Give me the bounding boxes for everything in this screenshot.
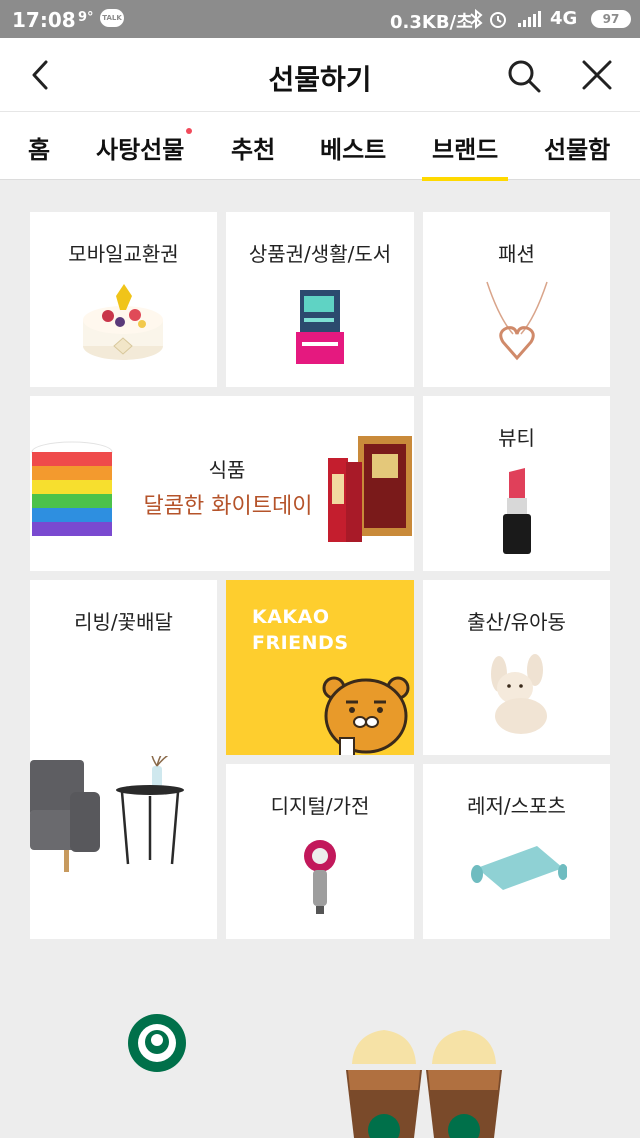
hair-dryer-image <box>304 840 336 914</box>
kakao-friends-logo-text: KAKAO FRIENDS <box>252 606 349 654</box>
category-label: 출산/유아동 <box>467 610 566 634</box>
category-label: 모바일교환권 <box>68 242 179 266</box>
tab-home[interactable]: 홈 <box>28 130 50 165</box>
new-badge-dot <box>186 128 193 134</box>
book-image <box>296 290 344 364</box>
search-icon[interactable] <box>506 58 542 94</box>
category-label: 리빙/꽃배달 <box>74 610 173 634</box>
category-label: 패션 <box>498 242 535 266</box>
category-label: 식품 <box>208 458 246 482</box>
bunny-plush-image <box>491 654 547 734</box>
red-ginseng-box-image <box>328 436 412 542</box>
page-title: 선물하기 <box>268 63 372 96</box>
tab-recommend[interactable]: 추천 <box>231 130 275 165</box>
alarm-icon <box>490 12 506 28</box>
rainbow-cake-image <box>31 441 113 536</box>
yoga-mat-image <box>471 846 567 890</box>
tab-candy-gift[interactable]: 사탕선물 <box>96 128 193 165</box>
close-icon[interactable] <box>580 58 614 92</box>
tab-brand[interactable]: 브랜드 <box>421 130 509 181</box>
kakaotalk-notification-icon: TALK <box>100 9 124 27</box>
status-network-speed: 0.3KB/초 <box>390 12 473 33</box>
promo-banner[interactable] <box>0 960 640 1138</box>
lipstick-image <box>503 468 531 554</box>
category-fashion[interactable]: 패션 <box>423 212 610 387</box>
category-label: 뷰티 <box>498 426 535 450</box>
app-header: 선물하기 <box>0 38 640 112</box>
bluetooth-icon <box>470 8 483 30</box>
starbucks-banner-image <box>128 1014 502 1138</box>
category-living-flowers[interactable]: 리빙/꽃배달 <box>30 580 217 939</box>
status-icons <box>470 8 541 30</box>
tab-best[interactable]: 베스트 <box>320 130 386 165</box>
cake-image <box>83 284 163 360</box>
status-bar: 17:08 9° TALK 0.3KB/초 4G 97 <box>0 0 640 38</box>
necklace-image <box>486 281 548 361</box>
status-time: 17:08 <box>12 8 76 32</box>
signal-icon <box>518 11 541 27</box>
food-promo-text: 달콤한 화이트데이 <box>143 494 313 519</box>
brand-kakao-friends[interactable]: KAKAO FRIENDS <box>226 580 414 755</box>
status-temperature: 9° <box>78 10 94 25</box>
category-mobile-voucher[interactable]: 모바일교환권 <box>30 212 217 387</box>
category-label: 디지털/가전 <box>270 794 370 818</box>
category-label: 상품권/생활/도서 <box>248 242 392 266</box>
category-food[interactable]: 식품 달콤한 화이트데이 <box>30 396 414 571</box>
category-giftcard-living-books[interactable]: 상품권/생활/도서 <box>226 212 414 387</box>
category-leisure-sports[interactable]: 레저/스포츠 <box>423 764 610 939</box>
battery-icon: 97 <box>591 10 631 28</box>
frappuccino-drink-image <box>346 1030 502 1138</box>
category-label: 레저/스포츠 <box>467 794 566 818</box>
status-network-type: 4G <box>550 8 578 29</box>
tab-gift-box[interactable]: 선물함 <box>544 130 610 165</box>
category-baby-kids[interactable]: 출산/유아동 <box>423 580 610 755</box>
ryan-character-image <box>322 676 410 755</box>
starbucks-logo-icon <box>128 1014 186 1072</box>
category-digital-appliances[interactable]: 디지털/가전 <box>226 764 414 939</box>
tab-bar: 홈 사탕선물 추천 베스트 브랜드 선물함 <box>0 112 640 181</box>
category-beauty[interactable]: 뷰티 <box>423 396 610 571</box>
sofa-table-image <box>30 756 184 872</box>
